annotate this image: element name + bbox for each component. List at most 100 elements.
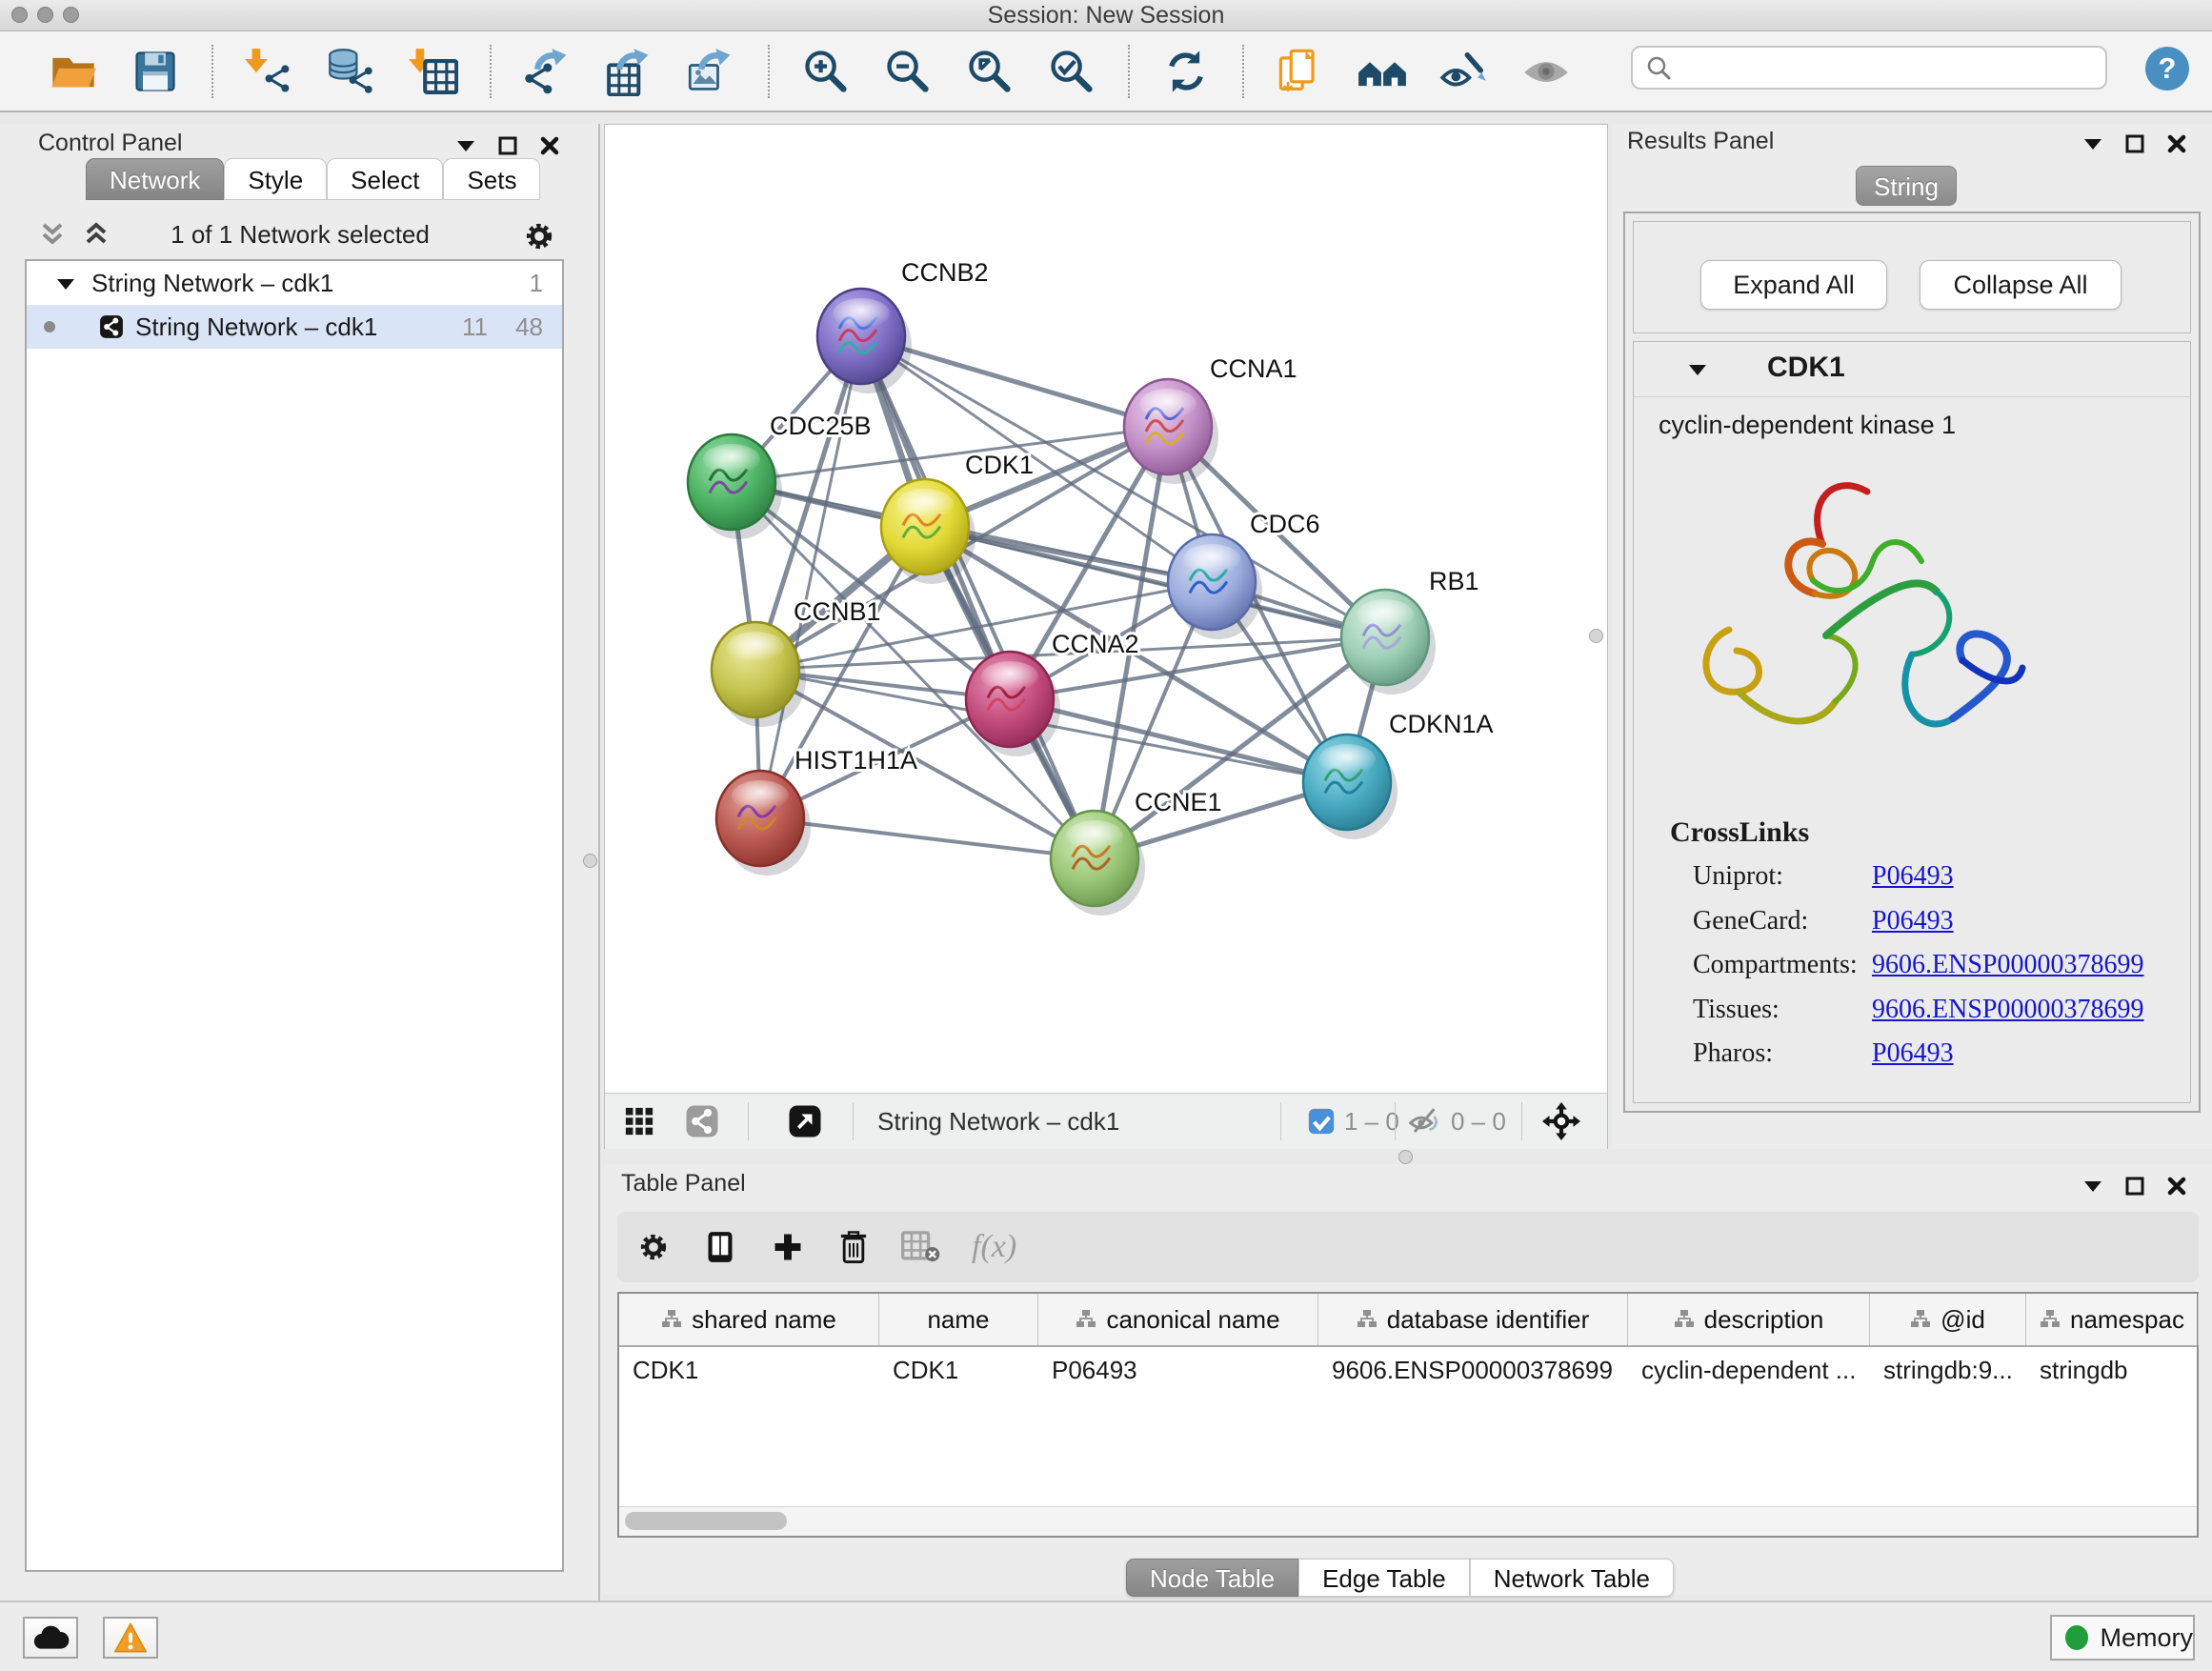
cloud-icon	[31, 1622, 70, 1653]
hidden-items-icon[interactable]	[1407, 1105, 1443, 1137]
visibility-button[interactable]	[1438, 45, 1491, 98]
table-cell[interactable]: 9606.ENSP00000378699	[1318, 1347, 1628, 1393]
search-input[interactable]	[1682, 52, 2105, 84]
collection-expand-icon[interactable]	[55, 275, 76, 292]
table-cell[interactable]: cyclin-dependent ...	[1628, 1347, 1870, 1393]
export-table-button[interactable]	[603, 45, 656, 98]
table-options-gear-icon[interactable]	[636, 1230, 671, 1264]
warnings-button[interactable]	[103, 1617, 158, 1659]
column-header-name[interactable]: name	[879, 1294, 1038, 1345]
edge-CCNA2-CDKN1A[interactable]	[1010, 699, 1347, 782]
memory-button[interactable]: Memory	[2050, 1615, 2195, 1661]
panel-close-icon[interactable]	[539, 135, 560, 156]
tab-edge-table[interactable]: Edge Table	[1298, 1559, 1470, 1597]
table-cell[interactable]: stringdb	[2026, 1347, 2199, 1393]
zoom-out-button[interactable]	[881, 45, 935, 98]
window-zoom-button[interactable]	[63, 7, 79, 23]
gene-section-header[interactable]: CDK1	[1634, 342, 2190, 397]
selected-checkbox-icon[interactable]	[1308, 1108, 1335, 1135]
string-app-icon[interactable]	[685, 1104, 719, 1138]
window-close-button[interactable]	[11, 7, 28, 23]
import-network-button[interactable]	[243, 45, 296, 98]
column-header-canonical-name[interactable]: canonical name	[1038, 1294, 1318, 1345]
zoom-in-button[interactable]	[799, 45, 853, 98]
results-buttons-box: Expand All Collapse All	[1633, 221, 2191, 333]
panel-close-icon[interactable]	[2166, 133, 2187, 154]
table-cell[interactable]: CDK1	[879, 1347, 1038, 1393]
column-type-icon	[1076, 1309, 1096, 1330]
tab-style[interactable]: Style	[224, 158, 327, 200]
grid-mode-icon[interactable]	[624, 1106, 654, 1137]
node-gloss	[1183, 544, 1240, 574]
network-canvas[interactable]: CCNB2CCNA1CDC25BCDK1CDC6RB1CCNB1CCNA2CDK…	[605, 125, 1607, 1093]
crosslink-link[interactable]: P06493	[1872, 1038, 1954, 1069]
tab-network-table[interactable]: Network Table	[1470, 1559, 1674, 1597]
table-h-scrollbar	[619, 1506, 2197, 1536]
crosslink-link[interactable]: P06493	[1872, 906, 1954, 936]
protein-structure-image	[1672, 449, 2072, 806]
delete-column-icon[interactable]	[836, 1228, 871, 1266]
export-image-button[interactable]	[685, 45, 738, 98]
preview-button[interactable]	[1519, 45, 1573, 98]
crosslink-link[interactable]: P06493	[1872, 861, 1954, 892]
table-cell[interactable]: P06493	[1038, 1347, 1318, 1393]
crosslink-link[interactable]: 9606.ENSP00000378699	[1872, 950, 2143, 980]
scrollbar-thumb[interactable]	[625, 1512, 787, 1530]
panel-float-icon[interactable]	[497, 135, 518, 156]
column-label: description	[1704, 1305, 1824, 1335]
home-button[interactable]	[1356, 45, 1409, 98]
table-row[interactable]: CDK1CDK1P064939606.ENSP00000378699cyclin…	[619, 1347, 2197, 1393]
column-type-icon	[2040, 1309, 2061, 1330]
column-header--id[interactable]: @id	[1870, 1294, 2026, 1345]
table-cell[interactable]: CDK1	[619, 1347, 879, 1393]
cloud-status-button[interactable]	[23, 1617, 78, 1659]
zoom-fit-button[interactable]	[963, 45, 1016, 98]
window-minimize-button[interactable]	[37, 7, 53, 23]
expand-all-button[interactable]: Expand All	[1700, 260, 1887, 310]
import-database-button[interactable]	[325, 45, 378, 98]
collapse-all-button[interactable]: Collapse All	[1920, 260, 2122, 310]
crosslink-label: Uniprot:	[1693, 861, 1783, 891]
horizontal-splitter-handle[interactable]	[1398, 1150, 1413, 1164]
tab-network[interactable]: Network	[86, 158, 224, 200]
help-button[interactable]: ?	[2145, 47, 2189, 91]
column-header-shared-name[interactable]: shared name	[619, 1294, 879, 1345]
tab-sets[interactable]: Sets	[443, 158, 540, 200]
tab-select[interactable]: Select	[327, 158, 443, 200]
export-network-button[interactable]	[521, 45, 574, 98]
edge-CCNB2-CCNE1[interactable]	[861, 336, 1095, 858]
crosslink-link[interactable]: 9606.ENSP00000378699	[1872, 995, 2143, 1025]
table-panel-title: Table Panel	[621, 1170, 746, 1198]
tab-node-table[interactable]: Node Table	[1126, 1559, 1298, 1597]
panel-close-icon[interactable]	[2166, 1176, 2187, 1197]
right-splitter-handle[interactable]	[1589, 629, 1603, 643]
search-box[interactable]	[1631, 46, 2107, 90]
column-header-namespac[interactable]: namespac	[2026, 1294, 2199, 1345]
open-in-window-icon[interactable]	[788, 1104, 822, 1138]
network-options-gear-icon[interactable]	[522, 219, 556, 253]
duplicate-button[interactable]	[1274, 45, 1327, 98]
column-header-description[interactable]: description	[1628, 1294, 1870, 1345]
panel-float-icon[interactable]	[2124, 133, 2145, 154]
panel-menu-icon[interactable]	[455, 137, 476, 154]
gene-collapse-icon[interactable]	[1687, 361, 1708, 378]
tab-string[interactable]: String	[1856, 166, 1957, 206]
add-column-icon[interactable]	[770, 1229, 806, 1265]
column-header-database-identifier[interactable]: database identifier	[1318, 1294, 1628, 1345]
node-gloss	[703, 444, 760, 474]
save-session-button[interactable]	[129, 45, 182, 98]
pan-mode-icon[interactable]	[1542, 1102, 1580, 1140]
node-label-HIST1H1A: HIST1H1A	[794, 746, 917, 775]
refresh-button[interactable]	[1159, 45, 1213, 98]
panel-menu-icon[interactable]	[2082, 1178, 2103, 1195]
panel-menu-icon[interactable]	[2082, 135, 2103, 152]
left-splitter-handle[interactable]	[583, 854, 597, 868]
table-cell[interactable]: stringdb:9...	[1870, 1347, 2026, 1393]
zoom-selected-button[interactable]	[1045, 45, 1098, 98]
network-row[interactable]: String Network – cdk1 11 48	[27, 305, 562, 349]
panel-float-icon[interactable]	[2124, 1176, 2145, 1197]
import-table-button[interactable]	[407, 45, 460, 98]
network-collection-row[interactable]: String Network – cdk1 1	[27, 261, 562, 305]
open-session-button[interactable]	[47, 45, 100, 98]
show-columns-icon[interactable]	[701, 1228, 739, 1266]
